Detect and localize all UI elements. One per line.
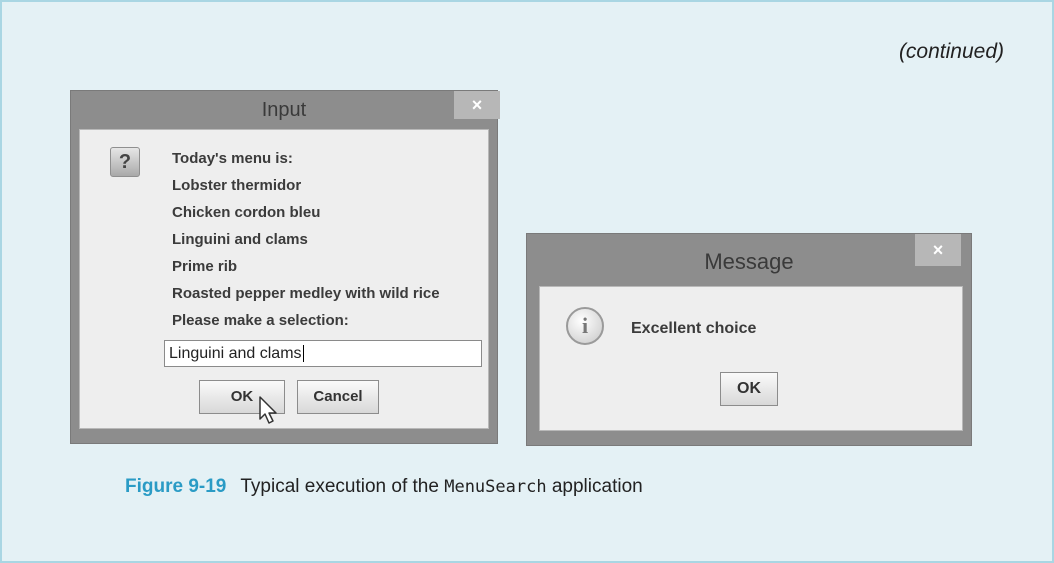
input-dialog-title: Input [261,99,307,121]
input-dialog-content: ? Today's menu is: Lobster thermidor Chi… [79,129,489,429]
selection-prompt: Please make a selection: [172,312,349,329]
menu-line: Roasted pepper medley with wild rice [172,285,440,302]
caption-text-before: Typical execution of the [240,476,445,497]
figure-number: Figure 9-19 [125,476,227,497]
menu-line: Linguini and clams [172,231,308,248]
text-caret [302,345,304,363]
message-text: Excellent choice [631,320,757,337]
message-dialog-title: Message [704,249,794,274]
figure-caption: Figure 9-19 Typical execution of the Menu… [125,476,643,498]
figure-frame: (continued) Input × ? Today's menu is: L… [0,0,1054,563]
menu-line: Lobster thermidor [172,177,302,194]
selection-input[interactable]: Linguini and clams [164,340,482,367]
message-dialog-content: i Excellent choice OK [539,286,963,431]
question-icon: ? [110,147,140,177]
selection-input-value: Linguini and clams [169,345,302,362]
caption-code: MenuSearch [444,477,547,497]
input-dialog: Input × ? Today's menu is: Lobster therm… [70,90,500,444]
message-ok-button[interactable]: OK [720,372,778,406]
info-icon: i [566,307,604,345]
message-dialog: Message × i Excellent choice OK [526,233,972,446]
menu-line: Chicken cordon bleu [172,204,321,221]
message-dialog-close-button[interactable]: × [915,234,961,266]
input-dialog-close-button[interactable]: × [454,91,500,119]
continued-label: (continued) [898,40,1004,63]
menu-line: Prime rib [172,258,238,275]
cancel-button[interactable]: Cancel [297,380,379,414]
caption-text-after: application [546,476,643,497]
menu-line: Today's menu is: [172,150,293,167]
mouse-pointer-icon [259,396,277,424]
